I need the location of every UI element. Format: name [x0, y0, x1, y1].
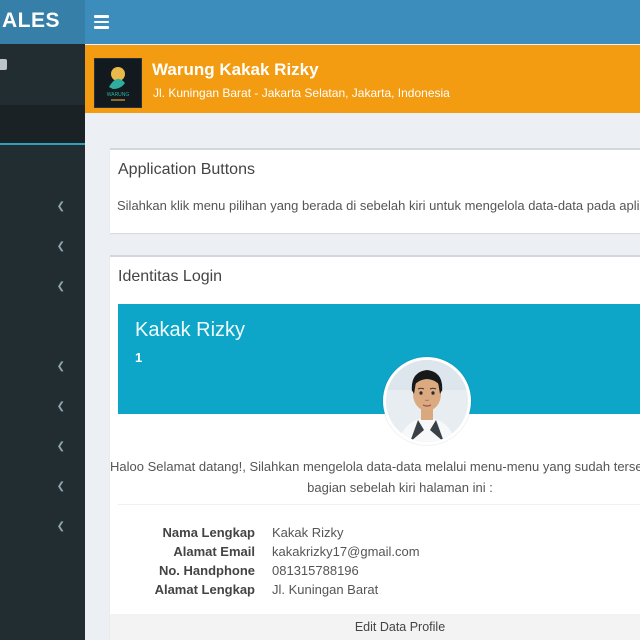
svg-text:WARUNG: WARUNG — [107, 92, 130, 98]
store-logo: WARUNG — [94, 58, 142, 108]
chevron-left-icon: ❮ — [56, 521, 65, 532]
chevron-left-icon: ❮ — [56, 361, 65, 372]
chevron-left-icon: ❮ — [56, 241, 65, 252]
app-logo-text: ALES — [2, 9, 61, 32]
store-banner: WARUNG Warung Kakak Rizky Jl. Kuningan B… — [85, 45, 640, 113]
detail-value: kakakrizky17@gmail.com — [272, 544, 420, 559]
user-panel-cutoff-fragment — [0, 59, 7, 70]
sidebar-search-box[interactable] — [0, 105, 85, 145]
sidebar: ALES ❮ ❮ ❮ ❮ ❮ ❮ ❮ ❮ — [0, 0, 85, 640]
user-id-value: 1 — [135, 350, 143, 365]
chevron-left-icon: ❮ — [56, 441, 65, 452]
detail-label: Alamat Lengkap — [154, 582, 255, 597]
sidebar-menu-item[interactable]: ❮ — [0, 425, 85, 465]
top-navbar — [85, 0, 640, 44]
sidebar-toggle-button[interactable] — [85, 0, 117, 44]
chevron-left-icon: ❮ — [56, 281, 65, 292]
divider — [118, 504, 640, 505]
sidebar-menu-item[interactable]: ❮ — [0, 345, 85, 385]
panel-footer: Edit Data Profile — [110, 614, 640, 640]
panel-title: Identitas Login — [118, 268, 223, 285]
profile-details: Nama Lengkap Kakak Rizky Alamat Email ka… — [118, 523, 640, 599]
detail-value: Kakak Rizky — [272, 525, 344, 540]
detail-value: 081315788196 — [272, 563, 359, 578]
sidebar-menu: ❮ ❮ ❮ ❮ ❮ ❮ ❮ ❮ — [0, 185, 85, 545]
detail-row-nama: Nama Lengkap Kakak Rizky — [118, 523, 640, 542]
sidebar-menu-item[interactable]: ❮ — [0, 185, 85, 225]
chevron-left-icon: ❮ — [56, 481, 65, 492]
store-address: Jl. Kuningan Barat - Jakarta Selatan, Ja… — [153, 86, 450, 100]
panel-title: Application Buttons — [118, 161, 255, 178]
welcome-message: Haloo Selamat datang!, Silahkan mengelol… — [110, 456, 640, 498]
detail-label: Nama Lengkap — [162, 525, 255, 540]
welcome-line-2: bagian sebelah kiri halaman ini : — [307, 480, 493, 495]
sidebar-menu-item[interactable]: ❮ — [0, 385, 85, 425]
user-display-name: Kakak Rizky — [135, 319, 246, 341]
app-logo[interactable]: ALES — [0, 0, 85, 44]
identity-login-panel: Identitas Login Kakak Rizky 1 Haloo Sela… — [110, 255, 640, 640]
sidebar-menu-item[interactable]: ❮ — [0, 265, 85, 305]
detail-label: Alamat Email — [173, 544, 255, 559]
user-avatar — [383, 357, 471, 445]
user-info-card: Kakak Rizky 1 — [118, 304, 640, 414]
detail-row-alamat: Alamat Lengkap Jl. Kuningan Barat — [118, 580, 640, 599]
sidebar-menu-item[interactable]: ❮ — [0, 225, 85, 265]
avatar-photo — [386, 360, 468, 442]
app-screen: ALES ❮ ❮ ❮ ❮ ❮ ❮ ❮ ❮ WARUNG Warung Kakak… — [0, 0, 640, 640]
main-content: WARUNG Warung Kakak Rizky Jl. Kuningan B… — [85, 44, 640, 640]
chevron-left-icon: ❮ — [56, 401, 65, 412]
sidebar-menu-item[interactable] — [0, 305, 85, 345]
store-name: Warung Kakak Rizky — [152, 60, 319, 79]
chevron-left-icon: ❮ — [56, 201, 65, 212]
sidebar-menu-item[interactable]: ❮ — [0, 465, 85, 505]
detail-row-handphone: No. Handphone 081315788196 — [118, 561, 640, 580]
application-buttons-panel: Application Buttons Silahkan klik menu p… — [110, 148, 640, 233]
panel-description: Silahkan klik menu pilihan yang berada d… — [117, 198, 640, 213]
hamburger-icon — [93, 15, 109, 18]
sidebar-menu-item[interactable]: ❮ — [0, 505, 85, 545]
welcome-line-1: Haloo Selamat datang!, Silahkan mengelol… — [110, 459, 640, 474]
detail-row-email: Alamat Email kakakrizky17@gmail.com — [118, 542, 640, 561]
detail-label: No. Handphone — [158, 563, 255, 578]
edit-data-profile-button[interactable]: Edit Data Profile — [110, 614, 640, 634]
store-logo-image: WARUNG — [107, 67, 130, 101]
detail-value: Jl. Kuningan Barat — [272, 582, 379, 597]
